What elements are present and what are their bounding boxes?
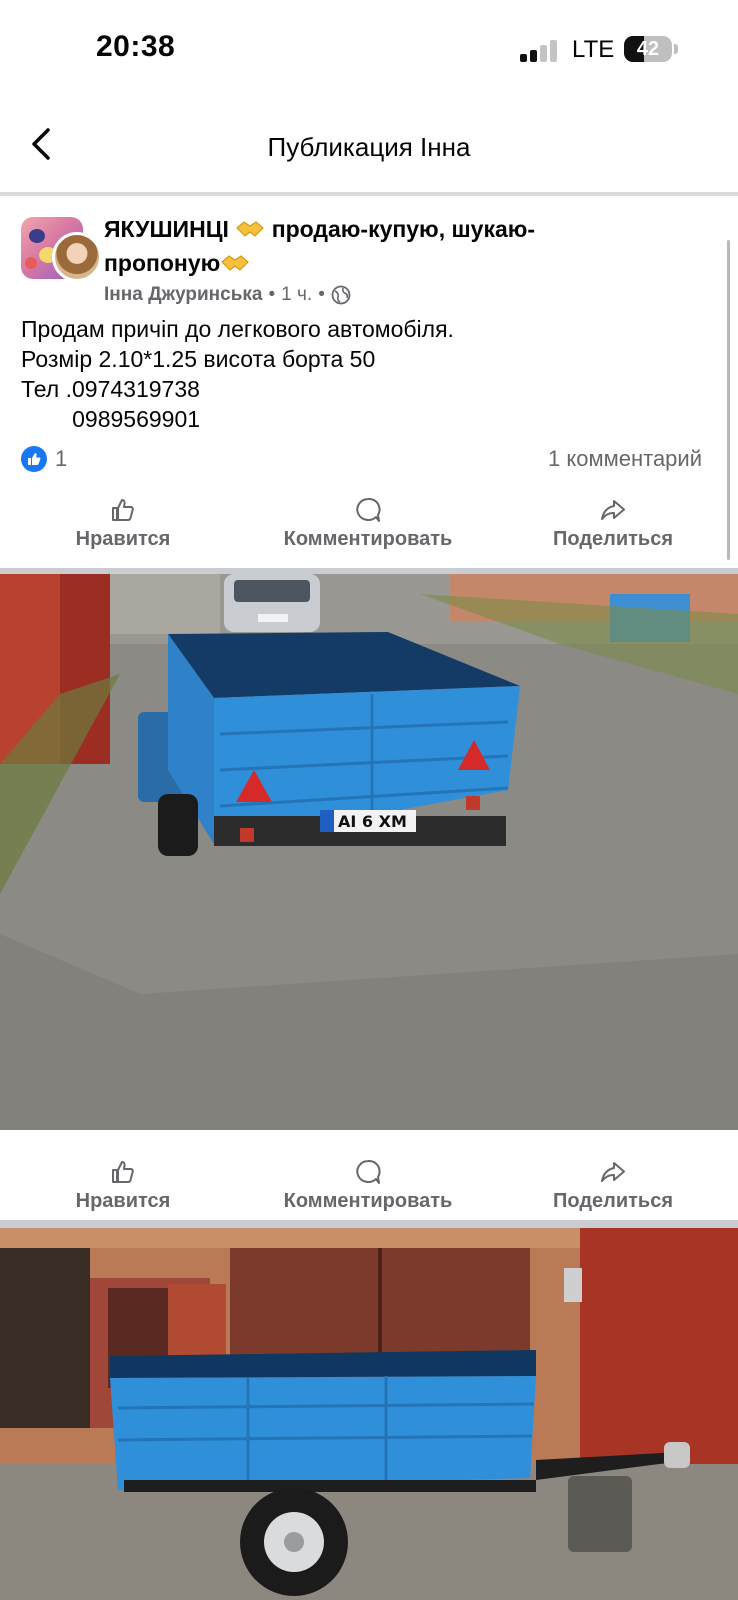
like-thumb-icon bbox=[112, 1161, 134, 1183]
group-title[interactable]: ЯКУШИНЦІ продаю-купую, шукаю- пропоную bbox=[104, 212, 704, 280]
trailer-plate-1: AI 6 XM bbox=[338, 812, 407, 831]
like-button-label: Нравится bbox=[75, 1190, 171, 1212]
comment-button-label: Комментировать bbox=[283, 1190, 453, 1212]
handshake-emoji-icon bbox=[236, 221, 265, 237]
share-arrow-icon bbox=[601, 500, 625, 520]
like-button[interactable]: Нравится bbox=[13, 1158, 233, 1213]
like-thumb-icon bbox=[112, 499, 134, 521]
post-time[interactable]: 1 ч. bbox=[281, 284, 312, 306]
share-button-label: Поделиться bbox=[552, 528, 674, 550]
comment-button-label: Комментировать bbox=[283, 528, 453, 550]
meta-separator: • bbox=[268, 284, 276, 305]
post-text: Продам причіп до легкового автомобіля. Р… bbox=[21, 316, 454, 432]
nav-header: Публикация Інна bbox=[0, 100, 738, 192]
author-avatar[interactable] bbox=[52, 232, 102, 282]
reactions-summary[interactable]: 1 bbox=[21, 444, 67, 474]
status-time: 20:38 bbox=[96, 30, 176, 63]
battery-level: 42 bbox=[636, 38, 660, 60]
comment-bubble-icon bbox=[356, 497, 381, 522]
photo-separator bbox=[0, 1220, 738, 1228]
group-desc-line1[interactable]: продаю-купую, шукаю- bbox=[272, 216, 535, 242]
post-meta: Інна Джуринська • 1 ч. • bbox=[104, 284, 351, 306]
share-button[interactable]: Поделиться bbox=[503, 496, 723, 551]
comment-button[interactable]: Комментировать bbox=[258, 1158, 478, 1213]
share-button[interactable]: Поделиться bbox=[503, 1158, 723, 1213]
handshake-emoji-icon bbox=[221, 255, 250, 271]
like-reaction-icon bbox=[21, 446, 47, 472]
comment-count[interactable]: 1 комментарий bbox=[548, 446, 702, 472]
post-action-bar: Нравится Комментировать Поделиться bbox=[0, 496, 738, 560]
network-type: LTE bbox=[572, 36, 615, 63]
share-button-label: Поделиться bbox=[552, 1190, 674, 1212]
page-title: Публикация Інна bbox=[267, 132, 471, 162]
signal-strength-icon bbox=[520, 38, 560, 62]
share-arrow-icon bbox=[601, 1162, 625, 1182]
comment-button[interactable]: Комментировать bbox=[258, 496, 478, 551]
like-button[interactable]: Нравится bbox=[13, 496, 233, 551]
battery-tip bbox=[674, 44, 678, 54]
meta-separator: • bbox=[318, 284, 325, 305]
status-bar: 20:38 LTE 42 bbox=[0, 0, 738, 100]
globe-icon bbox=[331, 285, 351, 305]
like-button-label: Нравится bbox=[75, 528, 171, 550]
photo-1-action-bar: Нравится Комментировать Поделиться bbox=[0, 1158, 738, 1222]
author-name[interactable]: Інна Джуринська bbox=[104, 284, 263, 306]
header-divider bbox=[0, 192, 738, 196]
group-name[interactable]: ЯКУШИНЦІ bbox=[104, 216, 229, 242]
battery-icon: 42 bbox=[624, 36, 672, 62]
like-count: 1 bbox=[55, 446, 68, 471]
comment-bubble-icon bbox=[356, 1159, 381, 1184]
group-desc-line2[interactable]: пропоную bbox=[104, 250, 220, 276]
post-photo-1[interactable]: AI 6 XM bbox=[0, 574, 738, 1130]
post-photo-2[interactable] bbox=[0, 1228, 738, 1600]
